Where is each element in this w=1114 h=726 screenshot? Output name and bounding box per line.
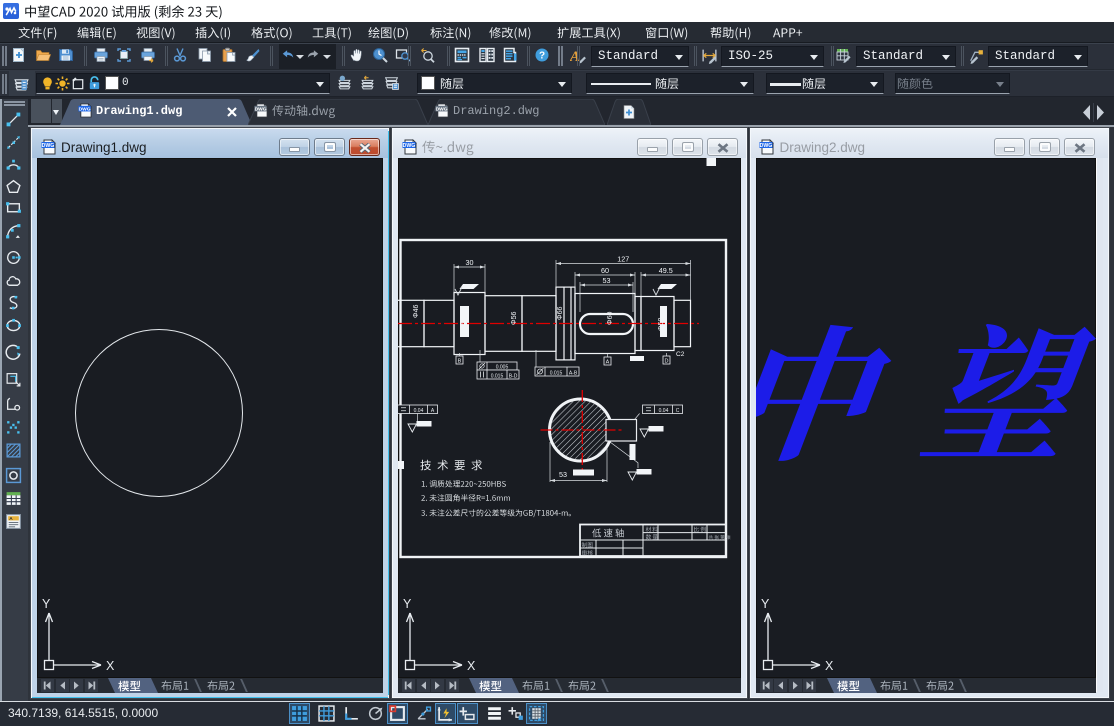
svg-text:Φ56: Φ56 (511, 312, 518, 325)
svg-text:0.04: 0.04 (659, 408, 669, 414)
svg-text:49.5: 49.5 (659, 266, 673, 275)
svg-text:30: 30 (466, 258, 474, 267)
svg-text:DWG: DWG (255, 107, 267, 113)
svg-text:C2: C2 (676, 351, 685, 358)
svg-text:60: 60 (601, 266, 609, 275)
svg-text:?: ? (539, 51, 545, 62)
svg-text:53: 53 (559, 470, 567, 479)
svg-text:A-B: A-B (569, 371, 578, 377)
svg-text:A: A (9, 516, 13, 522)
svg-text:0.04: 0.04 (414, 408, 424, 414)
svg-text:D: D (665, 359, 669, 365)
svg-text:DWG: DWG (79, 107, 91, 113)
svg-text:DWG: DWG (436, 107, 448, 113)
svg-text:0.015: 0.015 (550, 371, 563, 377)
svg-text:A: A (606, 360, 610, 366)
svg-text:X: X (106, 659, 115, 673)
svg-text:C: C (676, 408, 680, 414)
svg-text:127: 127 (617, 255, 629, 264)
svg-text:Φ50: Φ50 (461, 318, 468, 331)
svg-text:0.015: 0.015 (491, 374, 504, 380)
svg-text:Y: Y (42, 597, 51, 611)
svg-text:DWG: DWG (760, 143, 773, 149)
svg-text:Φ46: Φ46 (413, 305, 420, 318)
svg-text:53: 53 (603, 276, 611, 285)
svg-text:B: B (458, 359, 462, 365)
svg-text:DWG: DWG (41, 143, 54, 149)
svg-text:Φ50: Φ50 (658, 318, 665, 331)
svg-text:B-D: B-D (509, 374, 518, 380)
svg-text:Φ66: Φ66 (557, 307, 564, 320)
svg-text:Φ60: Φ60 (607, 312, 614, 325)
svg-text:DWG: DWG (402, 143, 415, 149)
